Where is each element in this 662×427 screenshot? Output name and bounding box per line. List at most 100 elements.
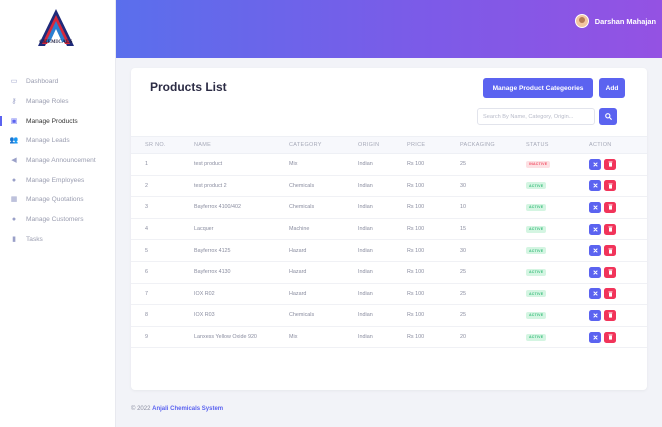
megaphone-icon: ◀ [11,157,17,165]
close-icon [592,248,598,253]
cell-name: Bayferrox 4100/402 [194,204,242,211]
sidebar-item-label: Tasks [26,235,43,243]
delete-button[interactable] [604,223,616,235]
cell-sr: 6 [145,269,148,276]
delete-button[interactable] [604,201,616,213]
edit-button[interactable] [589,266,601,278]
sidebar-item-label: Manage Roles [26,98,69,106]
sidebar-item-label: Manage Customers [26,216,84,224]
cell-sr: 4 [145,226,148,233]
edit-button[interactable] [589,180,601,192]
cell-category: Machine [289,226,310,233]
cell-origin: Indian [358,161,373,168]
sidebar-item-manage-leads[interactable]: 👥 Manage Leads [0,131,116,151]
user-icon: ● [11,216,17,224]
search-icon [604,113,612,120]
cell-action [589,266,639,278]
edit-button[interactable] [589,288,601,300]
cell-status: ACTIVE [526,290,589,298]
delete-button[interactable] [604,331,616,343]
sidebar-item-manage-quotations[interactable]: ▦ Manage Quotations [0,190,116,210]
trash-icon [608,226,612,232]
status-badge: ACTIVE [526,203,547,211]
table-row: 3 Bayferrox 4100/402 Chemicals Indian Rs 100… [131,197,647,219]
status-badge: ACTIVE [526,182,547,190]
edit-button[interactable] [589,223,601,235]
trash-icon [608,161,612,167]
trash-icon [608,183,612,189]
status-badge: ACTIVE [526,333,547,341]
delete-button[interactable] [604,288,616,300]
close-icon [592,313,598,318]
status-badge: ACTIVE [526,247,547,255]
edit-button[interactable] [589,158,601,170]
footer-company-link[interactable]: Anjali Chemicals System [152,406,223,412]
column-header: NAME [194,142,212,148]
sidebar-item-dashboard[interactable]: ▭ Dashboard [0,72,116,92]
table-row: 4 Lacquer Machine Indian Rs 100 15 ACTIVE [131,219,647,241]
logo-text: CHEMICALS [39,40,73,45]
cell-sr: 7 [145,290,148,297]
copyright-text: © 2022 [131,406,151,412]
sidebar-item-label: Manage Products [26,117,78,125]
edit-button[interactable] [589,245,601,257]
top-header: Darshan Mahajan [116,0,662,58]
cell-price: Rs 100 [407,226,425,233]
cell-sr: 9 [145,334,148,341]
cell-status: ACTIVE [526,247,589,255]
cell-action [589,309,639,321]
status-badge: ACTIVE [526,311,547,319]
cell-category: Hazard [289,269,307,276]
trash-icon [608,204,612,211]
cell-price: Rs 100 [407,290,425,297]
table-row: 6 Bayferrox 4130 Hazard Indian Rs 100 25 ACTIV… [131,262,647,284]
delete-button[interactable] [604,266,616,278]
cell-origin: Indian [358,312,373,319]
search-input[interactable] [477,108,595,125]
cell-name: IOX R03 [194,312,215,319]
cell-packaging: 25 [460,312,466,319]
column-header: CATEGORY [289,142,322,148]
status-badge: ACTIVE [526,268,547,276]
sidebar-item-manage-employees[interactable]: ● Manage Employees [0,170,116,190]
close-icon [592,270,598,275]
delete-button[interactable] [604,309,616,321]
delete-button[interactable] [604,158,616,170]
close-icon [592,205,598,210]
sidebar-item-manage-customers[interactable]: ● Manage Customers [0,210,116,230]
status-badge: ACTIVE [526,225,547,233]
trash-icon [608,248,612,254]
user-menu[interactable]: Darshan Mahajan [574,14,656,28]
status-badge: INACTIVE [526,160,551,168]
add-button[interactable]: Add [599,78,625,98]
edit-button[interactable] [589,331,601,343]
sidebar-item-manage-roles[interactable]: ⚷ Manage Roles [0,92,116,112]
cell-status: ACTIVE [526,225,589,233]
cell-packaging: 10 [460,204,466,211]
cell-status: INACTIVE [526,160,589,168]
delete-button[interactable] [604,245,616,257]
edit-button[interactable] [589,309,601,321]
cell-sr: 3 [145,204,148,211]
cell-packaging: 15 [460,226,466,233]
close-icon [592,334,598,340]
users-icon: 👥 [9,137,19,145]
user-icon: ● [11,176,17,184]
close-icon [592,291,598,296]
sidebar-item-label: Manage Quotations [26,196,84,204]
cell-price: Rs 100 [407,247,425,254]
cell-name: Lanxess Yellow Oxide 920 [194,334,257,341]
sidebar-item-tasks[interactable]: ▮ Tasks [0,230,116,250]
sidebar-item-manage-products[interactable]: ▣ Manage Products [0,111,116,131]
trash-icon [608,312,612,319]
delete-button[interactable] [604,180,616,192]
cell-category: Chemicals [289,182,315,189]
cell-category: Chemicals [289,312,315,319]
edit-button[interactable] [589,201,601,213]
cell-action [589,331,639,343]
cell-status: ACTIVE [526,182,589,190]
sidebar-item-manage-announcement[interactable]: ◀ Manage Announcement [0,151,116,171]
manage-categories-button[interactable]: Manage Product Categeories [483,78,593,98]
search-button[interactable] [599,108,617,125]
cell-packaging: 25 [460,290,466,297]
